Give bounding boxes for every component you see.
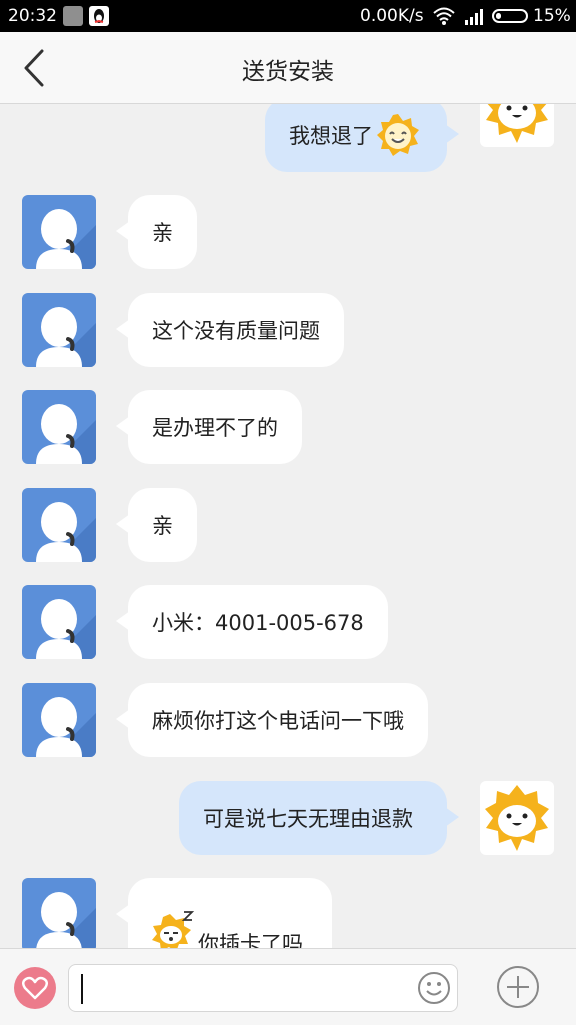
message-text: 我想退了 (289, 124, 373, 148)
message-text: 这个没有质量问题 (152, 319, 320, 343)
agent-avatar[interactable] (22, 585, 96, 659)
text-cursor (81, 974, 83, 1004)
agent-message-bubble[interactable]: 小米：4001-005-678 (116, 585, 388, 659)
agent-avatar[interactable] (22, 878, 96, 948)
message-input[interactable] (68, 964, 458, 1012)
app-notification-icon (63, 6, 83, 26)
chat-message-list[interactable]: 我想退了 亲 这个没有质量问题 是办理不了的 亲 小米：4001-005-678… (0, 104, 576, 948)
message-text: 可是说七天无理由退款 (203, 807, 413, 831)
customer-service-avatar-icon (36, 599, 96, 659)
page-title: 送货安装 (242, 59, 334, 85)
message-text: 你插卡了吗 (198, 932, 303, 948)
customer-service-avatar-icon (36, 892, 96, 948)
heart-icon (22, 976, 48, 1000)
lion-avatar-icon (485, 785, 549, 851)
customer-service-avatar-icon (36, 502, 96, 562)
customer-service-avatar-icon (36, 307, 96, 367)
battery-icon (492, 9, 528, 23)
agent-message-bubble[interactable]: 亲 (116, 195, 197, 269)
status-bar: 20:32 0.00K/s 15% (0, 0, 576, 32)
emoji-icon[interactable] (417, 971, 451, 1005)
message-text: 小米：4001-005-678 (152, 611, 364, 635)
message-text: 是办理不了的 (152, 416, 278, 440)
plus-icon[interactable] (496, 965, 540, 1009)
signal-icon (464, 7, 486, 30)
agent-message-bubble[interactable]: 亲 (116, 488, 197, 562)
qq-icon (89, 6, 109, 26)
network-speed: 0.00K/s (360, 6, 424, 26)
agent-avatar[interactable] (22, 390, 96, 464)
message-text: 亲 (152, 514, 173, 538)
agent-avatar[interactable] (22, 195, 96, 269)
favorite-button[interactable] (14, 967, 56, 1009)
agent-message-bubble[interactable]: 你插卡了吗 (116, 878, 332, 948)
user-message-bubble[interactable]: 可是说七天无理由退款 (179, 781, 459, 855)
agent-message-bubble[interactable]: 这个没有质量问题 (116, 293, 344, 367)
message-text: 麻烦你打这个电话问一下哦 (152, 709, 404, 733)
status-time: 20:32 (8, 6, 57, 26)
smiling-sun-sticker (377, 114, 419, 156)
title-bar: 送货安装 (0, 32, 576, 104)
user-avatar[interactable] (480, 781, 554, 855)
lion-avatar-icon (486, 104, 548, 143)
customer-service-avatar-icon (36, 209, 96, 269)
agent-avatar[interactable] (22, 683, 96, 757)
customer-service-avatar-icon (36, 404, 96, 464)
user-avatar[interactable] (480, 104, 554, 147)
agent-message-bubble[interactable]: 麻烦你打这个电话问一下哦 (116, 683, 428, 757)
agent-avatar[interactable] (22, 293, 96, 367)
wifi-icon (432, 6, 456, 31)
message-text: 亲 (152, 221, 173, 245)
user-message-bubble[interactable]: 我想退了 (265, 104, 459, 172)
agent-message-bubble[interactable]: 是办理不了的 (116, 390, 302, 464)
customer-service-avatar-icon (36, 697, 96, 757)
sleepy-lion-sticker (152, 911, 195, 948)
battery-percent: 15% (533, 6, 571, 26)
agent-avatar[interactable] (22, 488, 96, 562)
message-input-bar (0, 948, 576, 1025)
